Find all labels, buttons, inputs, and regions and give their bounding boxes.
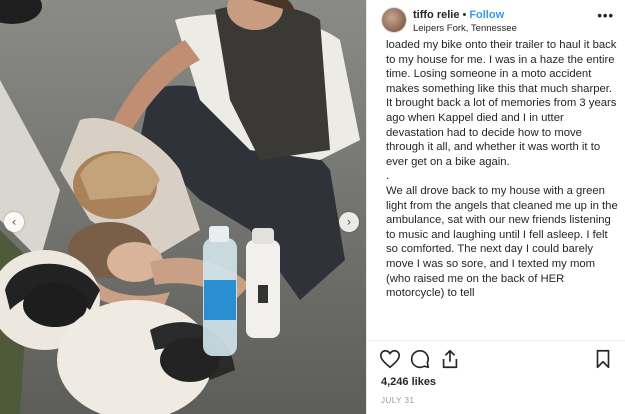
next-photo-button[interactable]: › [339, 212, 359, 232]
post-caption: loaded my bike onto their trailer to hau… [386, 38, 618, 336]
share-button[interactable] [439, 348, 461, 370]
save-button[interactable] [592, 348, 614, 370]
divider [367, 340, 625, 341]
bookmark-icon [596, 349, 610, 369]
more-options-button[interactable]: ••• [597, 8, 614, 23]
caption-paragraph-1: loaded my bike onto their trailer to hau… [386, 39, 617, 168]
like-button[interactable] [379, 348, 401, 370]
share-icon [442, 349, 458, 369]
location-link[interactable]: Leipers Fork, Tennessee [413, 23, 517, 34]
instagram-post: ‹ › tiffo relie • Follow Leipers Fork, Ten… [0, 0, 625, 414]
post-header: tiffo relie • Follow Leipers Fork, Tenness… [367, 0, 625, 40]
chevron-right-icon: › [346, 215, 352, 229]
photo-scene-illustration [0, 0, 366, 414]
header-line: tiffo relie • Follow [413, 9, 504, 21]
post-side-panel: tiffo relie • Follow Leipers Fork, Tenness… [366, 0, 625, 414]
post-date[interactable]: JULY 31 [381, 396, 414, 405]
previous-photo-button[interactable]: ‹ [4, 212, 24, 232]
avatar[interactable] [381, 7, 407, 33]
chevron-left-icon: ‹ [11, 215, 17, 229]
comment-icon [410, 349, 430, 369]
action-bar [379, 348, 614, 370]
caption-paragraph-2: We all drove back to my house with a gre… [386, 184, 618, 300]
comment-button[interactable] [409, 348, 431, 370]
likes-count[interactable]: 4,246 likes [381, 376, 436, 388]
separator-dot: • [462, 9, 467, 21]
caption-dot: . [386, 170, 390, 183]
follow-button[interactable]: Follow [469, 9, 504, 21]
heart-icon [380, 349, 400, 369]
username-link[interactable]: tiffo relie [413, 9, 459, 21]
post-photo[interactable]: ‹ › [0, 0, 366, 414]
